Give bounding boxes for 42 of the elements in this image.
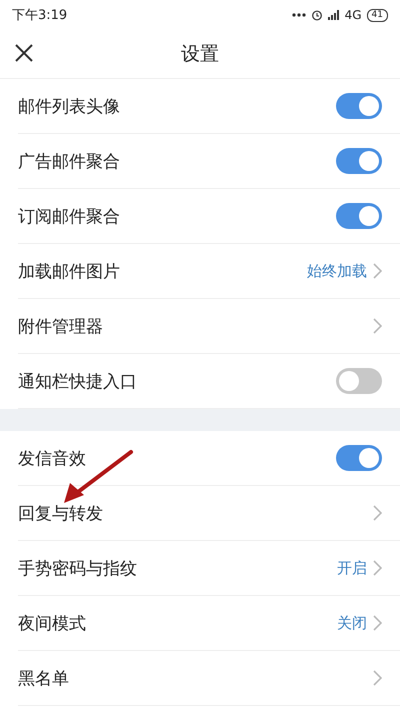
settings-row[interactable]: 附件管理器 <box>18 299 400 354</box>
setting-label: 订阅邮件聚合 <box>18 206 120 228</box>
settings-row[interactable]: 订阅邮件聚合 <box>18 189 400 244</box>
more-dots-icon <box>292 13 306 17</box>
chevron-right-icon <box>373 670 382 686</box>
toggle-switch[interactable] <box>336 445 382 471</box>
setting-label: 黑名单 <box>18 668 69 690</box>
setting-label: 广告邮件聚合 <box>18 150 120 172</box>
setting-label: 加载邮件图片 <box>18 260 120 282</box>
toggle-switch[interactable] <box>336 148 382 174</box>
toggle-switch[interactable] <box>336 93 382 119</box>
setting-label: 手势密码与指纹 <box>18 558 137 580</box>
setting-label: 夜间模式 <box>18 612 86 634</box>
settings-row[interactable]: 发信音效 <box>18 431 400 486</box>
settings-row[interactable]: 夜间模式 关闭 <box>18 596 400 651</box>
setting-value: 开启 <box>337 558 367 578</box>
settings-row[interactable]: 邮件列表头像 <box>18 79 400 134</box>
chevron-right-icon <box>373 560 382 576</box>
setting-value: 关闭 <box>337 614 367 632</box>
settings-row[interactable]: 手势密码与指纹 开启 <box>18 541 400 596</box>
setting-label: 邮件列表头像 <box>18 96 120 118</box>
status-time: 下午3:19 <box>12 7 68 24</box>
page-title: 设置 <box>181 42 219 67</box>
setting-value: 始终加载 <box>307 262 367 280</box>
setting-label: 发信音效 <box>18 448 86 470</box>
signal-icon <box>328 10 340 20</box>
chevron-right-icon <box>373 318 382 334</box>
network-type: 4G <box>344 8 362 22</box>
chevron-right-icon <box>373 615 382 631</box>
toggle-switch[interactable] <box>336 203 382 229</box>
battery-level: 41 <box>366 8 388 22</box>
settings-row[interactable]: 黑名单 <box>18 651 400 706</box>
toggle-switch[interactable] <box>336 368 382 394</box>
close-icon <box>14 43 34 63</box>
chevron-right-icon <box>373 505 382 521</box>
setting-label: 附件管理器 <box>18 316 103 338</box>
settings-row[interactable]: 加载邮件图片 始终加载 <box>18 244 400 299</box>
alarm-icon <box>310 9 323 21</box>
setting-label: 通知栏快捷入口 <box>18 370 137 392</box>
setting-label: 回复与转发 <box>18 502 103 524</box>
chevron-right-icon <box>373 263 382 279</box>
settings-row[interactable]: 广告邮件聚合 <box>18 134 400 189</box>
